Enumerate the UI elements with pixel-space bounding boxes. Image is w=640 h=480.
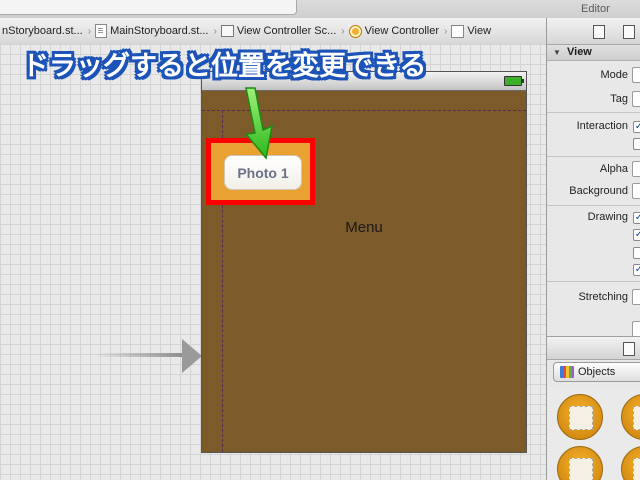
storyboard-file-icon <box>95 24 108 38</box>
green-arrow-icon <box>244 87 274 160</box>
object-library-grid <box>547 386 640 480</box>
alpha-field[interactable] <box>632 161 640 177</box>
library-tabs <box>547 336 640 360</box>
menu-label[interactable]: Menu <box>202 219 526 236</box>
divider <box>547 112 640 113</box>
view-icon <box>451 24 465 38</box>
multiple-touch-checkbox[interactable] <box>633 138 640 150</box>
crumb-label: nStoryboard.st... <box>2 25 83 37</box>
crumb-label: View <box>467 25 492 37</box>
chevron-right-icon: › <box>444 25 448 37</box>
navigation-controller-object[interactable] <box>557 446 603 480</box>
file-inspector-icon[interactable] <box>593 25 605 39</box>
attributes-inspector: ▼ View Mode Tag Interaction ✓ Alpha Back… <box>546 18 640 480</box>
view-controller-icon <box>348 24 362 38</box>
table-view-controller-object-icon <box>633 406 640 430</box>
crumb-label: MainStoryboard.st... <box>110 25 209 37</box>
tag-label: Tag <box>610 93 628 105</box>
tab-bar-controller-object-icon <box>633 458 640 480</box>
interaction-label: Interaction <box>576 120 628 132</box>
library-picker[interactable]: Objects <box>553 362 640 382</box>
view-controller-object[interactable] <box>557 394 603 440</box>
divider <box>547 156 640 157</box>
mode-popup[interactable] <box>632 67 640 83</box>
crumb-scene[interactable]: View Controller Sc... <box>219 25 339 37</box>
top-toolbar: Editor <box>0 0 640 19</box>
background-color-well[interactable] <box>632 183 640 199</box>
crumb-label: View Controller Sc... <box>236 25 337 37</box>
tab-bar-controller-object[interactable] <box>621 446 640 480</box>
navigation-controller-object-icon <box>569 458 593 480</box>
stretching-label: Stretching <box>578 291 628 303</box>
crumb-storyboard-1[interactable]: nStoryboard.st... <box>0 25 86 37</box>
chevron-right-icon: › <box>87 25 92 37</box>
clears-context-checkbox[interactable] <box>633 247 640 259</box>
stretching-width-field[interactable] <box>632 321 640 337</box>
hidden-checkbox[interactable]: ✓ <box>633 229 640 241</box>
tag-field[interactable] <box>632 91 640 107</box>
mode-label: Mode <box>600 69 628 81</box>
crumb-storyboard-2[interactable]: MainStoryboard.st... <box>93 24 211 38</box>
crumb-view-controller[interactable]: View Controller <box>347 24 442 38</box>
table-view-controller-object[interactable] <box>621 394 640 440</box>
help-inspector-icon[interactable] <box>623 25 635 39</box>
chevron-right-icon: › <box>341 25 345 37</box>
photo-button[interactable]: Photo 1 <box>224 155 302 190</box>
divider <box>547 281 640 282</box>
library-picker-label: Objects <box>578 366 616 378</box>
books-icon <box>560 366 574 378</box>
section-title: View <box>567 46 592 58</box>
battery-icon <box>504 76 524 86</box>
editor-label: Editor <box>581 3 610 15</box>
entry-arrow-line <box>95 353 185 357</box>
drawing-label: Drawing <box>587 211 628 223</box>
toolbar-field[interactable] <box>0 0 297 15</box>
view-controller-object-icon <box>569 406 593 430</box>
crumb-view[interactable]: View <box>449 24 494 38</box>
crumb-label: View Controller <box>364 25 440 37</box>
background-label: Background <box>569 185 628 197</box>
jump-bar: nStoryboard.st... › MainStoryboard.st...… <box>0 18 546 45</box>
disclosure-triangle-icon: ▼ <box>553 48 561 57</box>
scene-icon <box>220 25 234 37</box>
stretching-x-field[interactable] <box>632 289 640 305</box>
opaque-checkbox[interactable]: ✓ <box>633 212 640 224</box>
clip-subviews-checkbox[interactable]: ✓ <box>633 264 640 276</box>
object-library-icon[interactable] <box>623 342 635 356</box>
alpha-label: Alpha <box>599 163 628 175</box>
user-interaction-checkbox[interactable]: ✓ <box>633 121 640 133</box>
view-section-header[interactable]: ▼ View <box>547 45 640 61</box>
entry-arrow-icon <box>182 339 202 373</box>
inspector-tabs <box>547 18 640 45</box>
chevron-right-icon: › <box>213 25 217 37</box>
divider <box>547 205 640 206</box>
annotation-text: ドラッグすると位置を変更できる <box>22 51 427 81</box>
